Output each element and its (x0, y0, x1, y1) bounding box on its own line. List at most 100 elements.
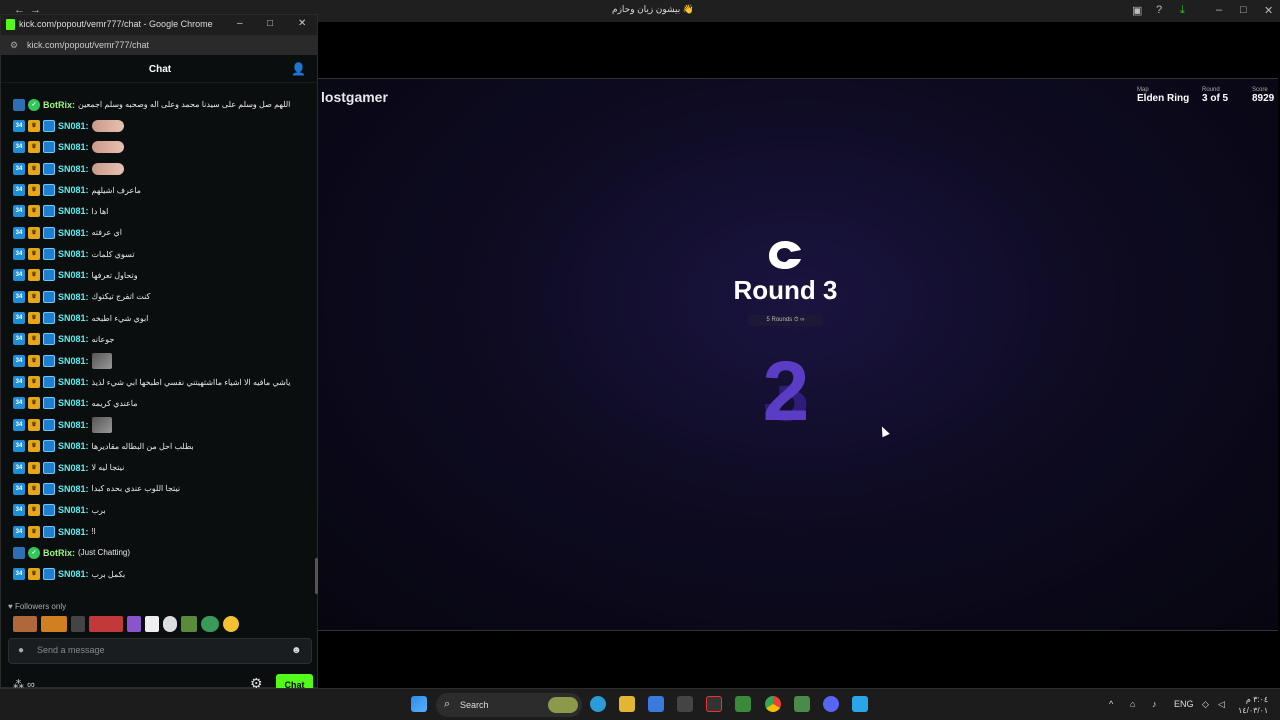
edge-icon[interactable] (590, 696, 606, 712)
minimize-icon[interactable]: – (1216, 4, 1222, 16)
chat-scrollbar[interactable] (315, 558, 318, 594)
chat-message[interactable]: 34 ♛ SN081: اي عرفته (1, 222, 319, 243)
app-3-icon[interactable] (735, 696, 751, 712)
chat-username[interactable]: SN081: (58, 420, 89, 430)
chrome-icon[interactable] (765, 696, 781, 712)
tray-language[interactable]: ENG (1174, 699, 1194, 709)
chat-message[interactable]: 34 ♛ SN081: بكمل برب (1, 564, 319, 585)
emote-6-icon[interactable] (145, 616, 159, 632)
close-icon[interactable]: ✕ (1264, 4, 1273, 17)
chat-username[interactable]: SN081: (58, 292, 89, 302)
chat-username[interactable]: SN081: (58, 121, 89, 131)
message-input[interactable] (37, 645, 277, 655)
chat-username[interactable]: BotRix: (43, 548, 75, 558)
popout-urlbar[interactable]: ⚙ kick.com/popout/vemr777/chat (1, 35, 317, 55)
chat-username[interactable]: SN081: (58, 463, 89, 473)
emote-7-icon[interactable] (163, 616, 177, 632)
help-icon[interactable]: ? (1156, 4, 1162, 16)
chat-message[interactable]: 34 ♛ SN081: كنت اتفرج تيكتوك (1, 286, 319, 307)
vip-badge-icon (43, 226, 55, 239)
chat-message[interactable]: 34 ♛ SN081: (1, 115, 319, 136)
chat-message[interactable]: 34 ♛ SN081: (1, 158, 319, 179)
chat-username[interactable]: SN081: (58, 228, 89, 238)
chat-username[interactable]: SN081: (58, 206, 89, 216)
chat-message[interactable]: 34 ♛ SN081: جوعانه (1, 329, 319, 350)
chat-message[interactable]: 34 ♛ SN081: برب (1, 500, 319, 521)
chat-username[interactable]: SN081: (58, 270, 89, 280)
chat-message[interactable]: 34 ♛ SN081: نيتجا ليه لا (1, 457, 319, 478)
chat-username[interactable]: SN081: (58, 249, 89, 259)
chat-username[interactable]: SN081: (58, 334, 89, 344)
chat-username[interactable]: SN081: (58, 527, 89, 537)
emote-3-icon[interactable] (71, 616, 85, 632)
emote-8-icon[interactable] (181, 616, 197, 632)
chat-username[interactable]: SN081: (58, 164, 89, 174)
chat-username[interactable]: SN081: (58, 398, 89, 408)
chat-message[interactable]: ✓ BotRix: اللهم صل وسلم على سيدنا محمد وعل… (1, 94, 319, 115)
chat-message[interactable]: 34 ♛ SN081: (1, 414, 319, 435)
app-2-icon[interactable] (706, 696, 722, 712)
tray-mic-icon[interactable]: ♪ (1152, 699, 1157, 709)
popout-close-icon[interactable]: ✕ (298, 18, 306, 29)
discord-icon[interactable] (823, 696, 839, 712)
chat-message-text: برب (91, 505, 106, 515)
tab-search-icon[interactable]: ▣ (1132, 4, 1142, 17)
tray-volume-icon[interactable]: ◁ (1218, 699, 1225, 710)
chat-message[interactable]: 34 ♛ SN081: وتحاول تعرفها (1, 265, 319, 286)
store-icon[interactable] (648, 696, 664, 712)
popout-maximize-icon[interactable]: □ (267, 18, 273, 29)
chat-message[interactable]: 34 ♛ SN081: بطلب احل من البطاله مقاديرها (1, 436, 319, 457)
chat-message[interactable]: 34 ♛ SN081: ياشي مافيه الا اشياء مااشتهيتني… (1, 371, 319, 392)
message-input-box[interactable]: ● ☻ (8, 638, 312, 664)
chat-username[interactable]: SN081: (58, 142, 89, 152)
chat-message[interactable]: 34 ♛ SN081: اها دا (1, 201, 319, 222)
chat-message[interactable]: 34 ♛ SN081: تسوي كلمات (1, 243, 319, 264)
tray-wifi-icon[interactable]: ◇ (1202, 699, 1209, 710)
chat-message[interactable]: 34 ♛ SN081: ماعرف اشيلهم (1, 179, 319, 200)
chat-username[interactable]: SN081: (58, 356, 89, 366)
download-icon[interactable]: ⤓ (1180, 4, 1185, 17)
emote-bar[interactable] (13, 615, 239, 633)
chat-messages[interactable]: ✓ BotRix: اللهم صل وسلم على سيدنا محمد وعل… (1, 94, 319, 594)
chat-message[interactable]: 34 ♛ SN081: ماعندي كريمه (1, 393, 319, 414)
game-area[interactable]: lostgamer Map Elden Ring Round 3 of 5 Sc… (318, 78, 1278, 631)
maximize-icon[interactable]: □ (1240, 4, 1247, 16)
app-icon[interactable] (677, 696, 693, 712)
chat-users-icon[interactable]: 👤 (291, 62, 306, 76)
clock[interactable]: ٣:٠٤ م ١٤/٠٣/٠١ (1238, 694, 1268, 716)
chat-username[interactable]: BotRix: (43, 100, 75, 110)
emote-1-icon[interactable] (13, 616, 37, 632)
chat-username[interactable]: SN081: (58, 377, 89, 387)
emote-4-icon[interactable] (89, 616, 123, 632)
site-info-icon[interactable]: ⚙ (10, 40, 18, 51)
chat-username[interactable]: SN081: (58, 484, 89, 494)
tray-network-icon[interactable]: ⌂ (1130, 699, 1135, 709)
chat-message[interactable]: 34 ♛ SN081: ابوي شيء اطبخه (1, 307, 319, 328)
subscriber-badge-icon: 34 (13, 162, 25, 175)
chat-username[interactable]: SN081: (58, 185, 89, 195)
chat-username[interactable]: SN081: (58, 505, 89, 515)
emote-2-icon[interactable] (41, 616, 67, 632)
chat-username[interactable]: SN081: (58, 313, 89, 323)
app-4-icon[interactable] (794, 696, 810, 712)
emote-9-icon[interactable] (201, 616, 219, 632)
emoji-icon[interactable]: ☻ (291, 645, 302, 656)
chat-message[interactable]: 34 ♛ SN081: !l (1, 521, 319, 542)
windows-start-icon[interactable] (411, 696, 427, 712)
chat-message[interactable]: 34 ♛ SN081: نيتجا اللوب عندي بحده كبدا (1, 478, 319, 499)
popout-minimize-icon[interactable]: – (237, 18, 243, 29)
chat-username[interactable]: SN081: (58, 441, 89, 451)
emote-5-icon[interactable] (127, 616, 141, 632)
emote-10-icon[interactable] (223, 616, 239, 632)
chat-message[interactable]: 34 ♛ SN081: (1, 137, 319, 158)
chat-message[interactable]: 34 ♛ SN081: (1, 350, 319, 371)
chat-message[interactable]: ✓ BotRix: (Just Chatting) (1, 542, 319, 563)
taskbar-search[interactable]: ⌕ Search (436, 693, 582, 717)
file-explorer-icon[interactable] (619, 696, 635, 712)
vip-badge-icon (43, 418, 55, 431)
input-badge-icon[interactable]: ● (18, 645, 24, 656)
chat-username[interactable]: SN081: (58, 569, 89, 579)
tray-chevron-icon[interactable]: ^ (1109, 699, 1113, 709)
popout-url[interactable]: kick.com/popout/vemr777/chat (27, 40, 149, 50)
app-5-icon[interactable] (852, 696, 868, 712)
